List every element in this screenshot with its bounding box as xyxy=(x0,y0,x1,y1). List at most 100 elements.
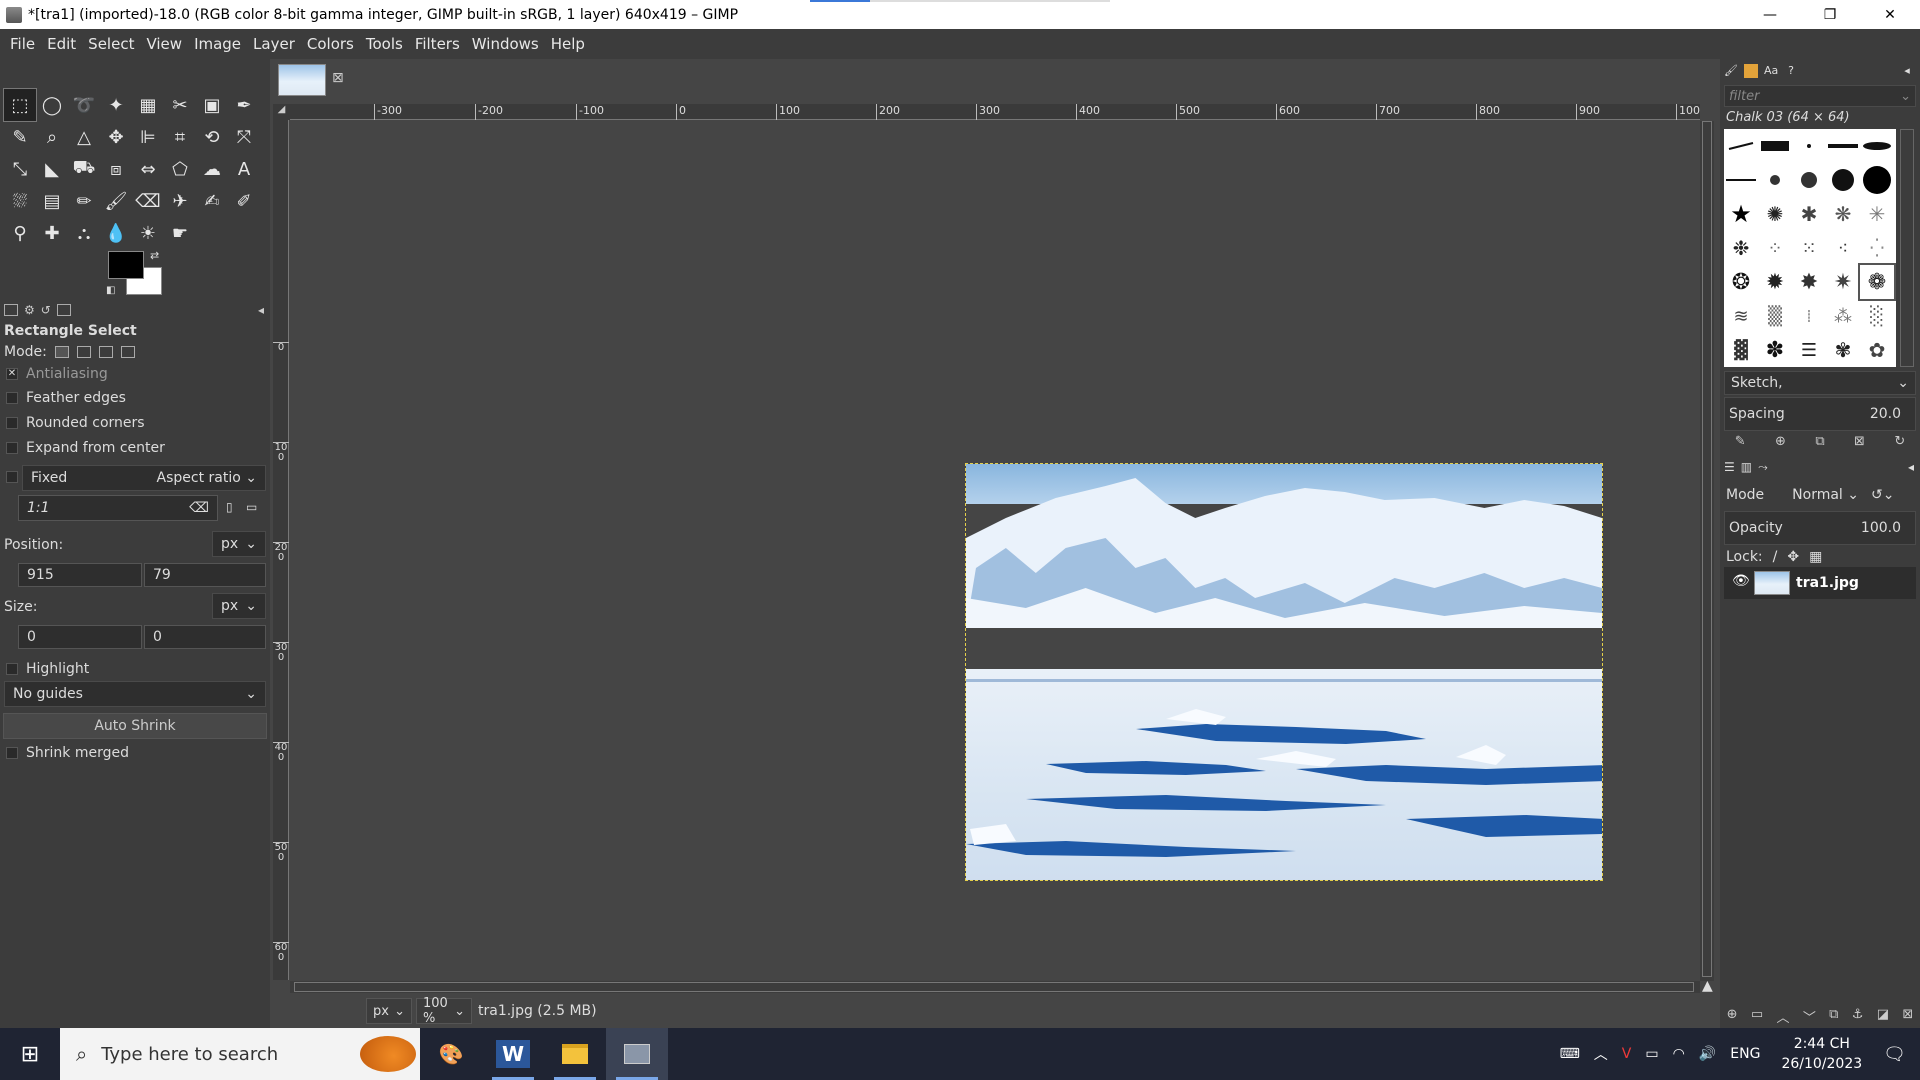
feather-row[interactable]: Feather edges xyxy=(0,390,270,406)
edit-brush-icon[interactable]: ✎ xyxy=(1735,434,1746,456)
mode-intersect-icon[interactable] xyxy=(120,346,135,358)
brush-item[interactable]: ░ xyxy=(1860,299,1894,333)
vivaldi-tray-icon[interactable]: V xyxy=(1615,1046,1639,1062)
spacing-slider[interactable]: Spacing 20.0 xyxy=(1724,397,1916,431)
rounded-row[interactable]: Rounded corners xyxy=(0,415,270,431)
align-tool-icon[interactable]: ⊫ xyxy=(132,121,164,153)
brush-item[interactable]: ❋ xyxy=(1826,197,1860,231)
unit-dropdown[interactable]: px ⌄ xyxy=(366,998,412,1024)
paths-tab-icon[interactable]: ⤳ xyxy=(1758,460,1768,475)
smudge-tool-icon[interactable]: ☁ xyxy=(196,153,228,185)
smudge-finger-tool-icon[interactable]: ☛ xyxy=(164,217,196,249)
shear-tool-icon[interactable]: ◣ xyxy=(36,153,68,185)
dodge-burn-tool-icon[interactable]: ☀ xyxy=(132,217,164,249)
ratio-input[interactable]: 1:1 ⌫ xyxy=(18,495,218,521)
fuzzy-select-tool-icon[interactable]: ✦ xyxy=(100,89,132,121)
brush-item[interactable]: ✱ xyxy=(1792,197,1826,231)
taskbar-search[interactable]: ⌕ Type here to search xyxy=(60,1028,420,1080)
images-tab-icon[interactable] xyxy=(56,304,71,316)
scale-tool-icon[interactable]: ⤡ xyxy=(4,153,36,185)
text-tool-icon[interactable]: A xyxy=(228,153,260,185)
brush-item[interactable]: ★ xyxy=(1724,197,1758,231)
battery-icon[interactable]: ▭ xyxy=(1638,1046,1665,1062)
swap-colors-icon[interactable]: ⇄ xyxy=(150,249,159,262)
brush-item[interactable]: ✷ xyxy=(1826,265,1860,299)
free-select-tool-icon[interactable]: ➰ xyxy=(68,89,100,121)
auto-shrink-button[interactable]: Auto Shrink xyxy=(3,713,267,739)
keyboard-icon[interactable]: ⌨ xyxy=(1553,1046,1587,1062)
lock-position-icon[interactable]: ✥ xyxy=(1787,549,1799,565)
brush-item[interactable]: ✽ xyxy=(1758,333,1792,367)
menu-filters[interactable]: Filters xyxy=(409,29,466,59)
brush-item[interactable]: ⁙ xyxy=(1792,231,1826,265)
brush-preset-dropdown[interactable]: Sketch, ⌄ xyxy=(1724,371,1916,395)
menu-view[interactable]: View xyxy=(140,29,188,59)
shrink-merged-checkbox[interactable] xyxy=(6,747,18,759)
layer-row[interactable]: 👁 tra1.jpg xyxy=(1724,567,1916,599)
vertical-scroll-thumb[interactable] xyxy=(1702,121,1712,977)
paintbrush-tool-icon[interactable]: 🖌 xyxy=(100,185,132,217)
duplicate-brush-icon[interactable]: ⧉ xyxy=(1815,434,1824,456)
notifications-icon[interactable]: 🗨 xyxy=(1876,1044,1920,1065)
mode-reset-icon[interactable]: ↺⌄ xyxy=(1871,487,1894,503)
wifi-icon[interactable]: ◠ xyxy=(1666,1046,1692,1062)
reset-colors-icon[interactable]: ◧ xyxy=(106,285,115,296)
vertical-scrollbar[interactable] xyxy=(1700,121,1714,981)
pencil-tool-icon[interactable]: ✏ xyxy=(68,185,100,217)
menu-edit[interactable]: Edit xyxy=(41,29,82,59)
zoom-dropdown[interactable]: 100 % ⌄ xyxy=(416,996,472,1026)
brush-item[interactable]: ❂ xyxy=(1724,265,1758,299)
position-x-input[interactable]: 915 xyxy=(18,563,142,587)
clone-tool-icon[interactable]: ⚲ xyxy=(4,217,36,249)
new-brush-icon[interactable]: ⊕ xyxy=(1775,434,1786,456)
brush-item[interactable]: ⁛ xyxy=(1860,231,1894,265)
anchor-layer-icon[interactable]: ⚓ xyxy=(1852,1007,1864,1027)
paint-app-icon[interactable]: 🎨 xyxy=(420,1028,482,1080)
brush-grid-scrollbar[interactable] xyxy=(1900,129,1914,367)
cage-transform-tool-icon[interactable]: ⬠ xyxy=(164,153,196,185)
file-explorer-icon[interactable] xyxy=(544,1028,606,1080)
word-app-icon[interactable]: W xyxy=(482,1028,544,1080)
fonts-tab-icon[interactable]: Aa xyxy=(1764,64,1778,78)
channels-tab-icon[interactable]: ▥ xyxy=(1741,460,1752,474)
language-indicator[interactable]: ENG xyxy=(1723,1046,1767,1062)
brush-item[interactable] xyxy=(1724,129,1758,163)
menu-help[interactable]: Help xyxy=(545,29,591,59)
perspective-clone-tool-icon[interactable]: ⛬ xyxy=(68,217,100,249)
layer-mode-dropdown[interactable]: Normal ⌄ xyxy=(1792,487,1859,503)
expand-checkbox[interactable] xyxy=(6,442,18,454)
rect-select-tool-icon[interactable]: ⬚ xyxy=(3,88,37,122)
blur-tool-icon[interactable]: 💧 xyxy=(100,217,132,249)
brush-item[interactable] xyxy=(1826,163,1860,197)
brush-item[interactable]: ⁘ xyxy=(1758,231,1792,265)
configure-tab-icon[interactable]: ◂ xyxy=(258,303,264,317)
eraser-tool-icon[interactable]: ⌫ xyxy=(132,185,164,217)
paths-tool-icon[interactable]: ✒ xyxy=(228,89,260,121)
ruler-corner-icon[interactable]: ◢ xyxy=(273,104,290,120)
brush-item[interactable]: ✸ xyxy=(1792,265,1826,299)
heal-tool-icon[interactable]: ✚ xyxy=(36,217,68,249)
patterns-tab-icon[interactable] xyxy=(1744,64,1758,78)
perspective-tool-icon[interactable]: ⛟ xyxy=(68,153,100,185)
menu-layer[interactable]: Layer xyxy=(247,29,301,59)
clock[interactable]: 2:44 CH 26/10/2023 xyxy=(1767,1034,1876,1074)
measure-tool-icon[interactable]: △ xyxy=(68,121,100,153)
layer-opacity-slider[interactable]: Opacity 100.0 xyxy=(1724,511,1916,545)
minimize-button[interactable]: — xyxy=(1740,0,1800,29)
windows-start-icon[interactable]: ⊞ xyxy=(0,1028,60,1080)
ink-tool-icon[interactable]: ✍ xyxy=(196,185,228,217)
position-y-input[interactable]: 79 xyxy=(144,563,266,587)
show-hidden-icons[interactable]: ︿ xyxy=(1587,1044,1615,1064)
brushes-tab-icon[interactable]: 🖌 xyxy=(1724,64,1738,78)
maximize-button[interactable]: ❐ xyxy=(1800,0,1860,29)
gimp-taskbar-icon[interactable] xyxy=(606,1028,668,1080)
mypaint-brush-tool-icon[interactable]: ✐ xyxy=(228,185,260,217)
highlight-checkbox[interactable] xyxy=(6,663,18,675)
gradient-tool-icon[interactable]: ▤ xyxy=(36,185,68,217)
delete-layer-icon[interactable]: ⊠ xyxy=(1902,1007,1913,1027)
brush-item[interactable]: ≋ xyxy=(1724,299,1758,333)
warp-transform-tool-icon[interactable]: ⤧ xyxy=(228,121,260,153)
lower-layer-icon[interactable]: ﹀ xyxy=(1803,1007,1816,1027)
new-group-icon[interactable]: ▭ xyxy=(1751,1007,1763,1027)
crop-tool-icon[interactable]: ⌗ xyxy=(164,121,196,153)
